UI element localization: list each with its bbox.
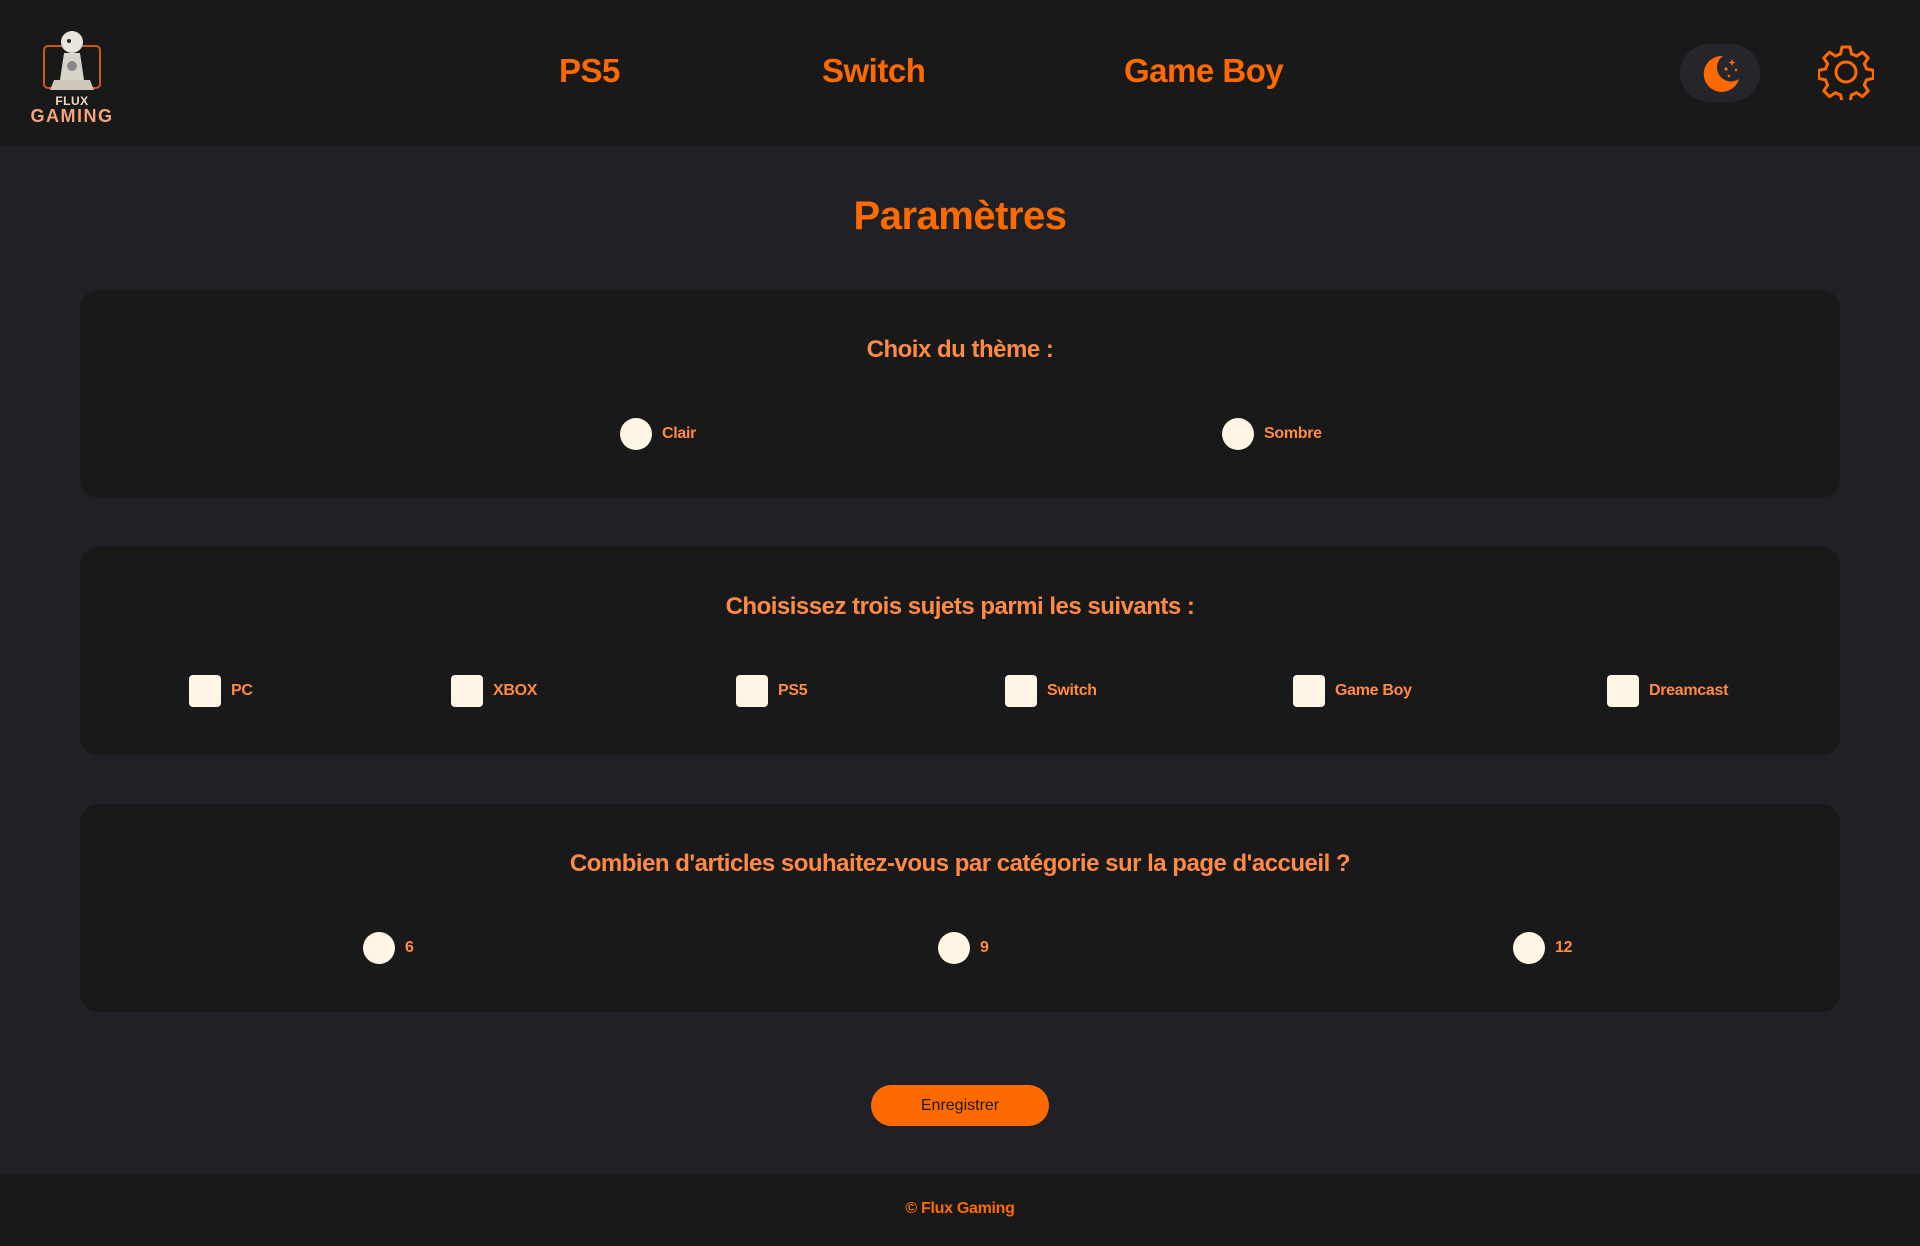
theme-option-sombre[interactable]: Sombre [1222,418,1322,450]
topic-option-pc[interactable]: PC [189,675,253,707]
theme-option-label: Sombre [1264,425,1322,442]
articles-option-label: 6 [405,939,414,956]
articles-card: Combien d'articles souhaitez-vous par ca… [80,804,1840,1012]
save-button[interactable]: Enregistrer [871,1085,1049,1126]
site-footer: © Flux Gaming [0,1174,1920,1246]
topic-option-label: Game Boy [1335,682,1412,699]
articles-option-6[interactable]: 6 [363,932,414,964]
nav-link-game-boy[interactable]: Game Boy [1124,52,1284,90]
nav-link-ps5[interactable]: PS5 [559,52,620,90]
articles-option-label: 9 [980,939,989,956]
logo-text-gaming: GAMING [30,106,114,126]
nav-link-switch[interactable]: Switch [822,52,926,90]
topic-checkbox-game-boy[interactable] [1293,675,1325,707]
topic-option-dreamcast[interactable]: Dreamcast [1607,675,1728,707]
topic-checkbox-switch[interactable] [1005,675,1037,707]
articles-option-12[interactable]: 12 [1513,932,1573,964]
settings-button[interactable] [1817,44,1875,104]
moon-stars-icon [1703,55,1739,92]
page-title: Paramètres [853,194,1067,238]
topic-checkbox-ps5[interactable] [736,675,768,707]
topic-option-label: PC [231,682,253,699]
topic-option-xbox[interactable]: XBOX [451,675,537,707]
flux-gaming-logo[interactable]: FLUX GAMING [30,28,114,126]
theme-option-label: Clair [662,425,697,442]
articles-radio-6[interactable] [363,932,395,964]
theme-radio-clair[interactable] [620,418,652,450]
topics-card: Choisissez trois sujets parmi les suivan… [80,547,1840,755]
topic-option-ps5[interactable]: PS5 [736,675,808,707]
robot-head-icon [43,31,101,90]
topic-option-switch[interactable]: Switch [1005,675,1097,707]
topic-checkbox-pc[interactable] [189,675,221,707]
site-header: FLUX GAMING PS5 Switch Game Boy [0,0,1920,146]
theme-radio-sombre[interactable] [1222,418,1254,450]
topic-option-label: PS5 [778,682,808,699]
topic-option-label: XBOX [493,682,538,699]
footer-copyright: © Flux Gaming [905,1200,1015,1217]
topic-checkbox-xbox[interactable] [451,675,483,707]
gear-icon [1817,45,1875,104]
articles-option-label: 12 [1555,939,1573,956]
topic-checkbox-dreamcast[interactable] [1607,675,1639,707]
theme-card-title: Choix du thème : [866,336,1054,363]
theme-toggle-button[interactable] [1680,44,1760,102]
articles-card-title: Combien d'articles souhaitez-vous par ca… [569,850,1351,877]
topic-option-game-boy[interactable]: Game Boy [1293,675,1412,707]
articles-option-9[interactable]: 9 [938,932,989,964]
theme-card: Choix du thème : Clair Sombre [80,290,1840,498]
articles-radio-9[interactable] [938,932,970,964]
topic-option-label: Dreamcast [1649,682,1729,699]
topic-option-label: Switch [1047,682,1097,699]
topics-card-title: Choisissez trois sujets parmi les suivan… [725,593,1195,620]
theme-option-clair[interactable]: Clair [620,418,696,450]
articles-radio-12[interactable] [1513,932,1545,964]
